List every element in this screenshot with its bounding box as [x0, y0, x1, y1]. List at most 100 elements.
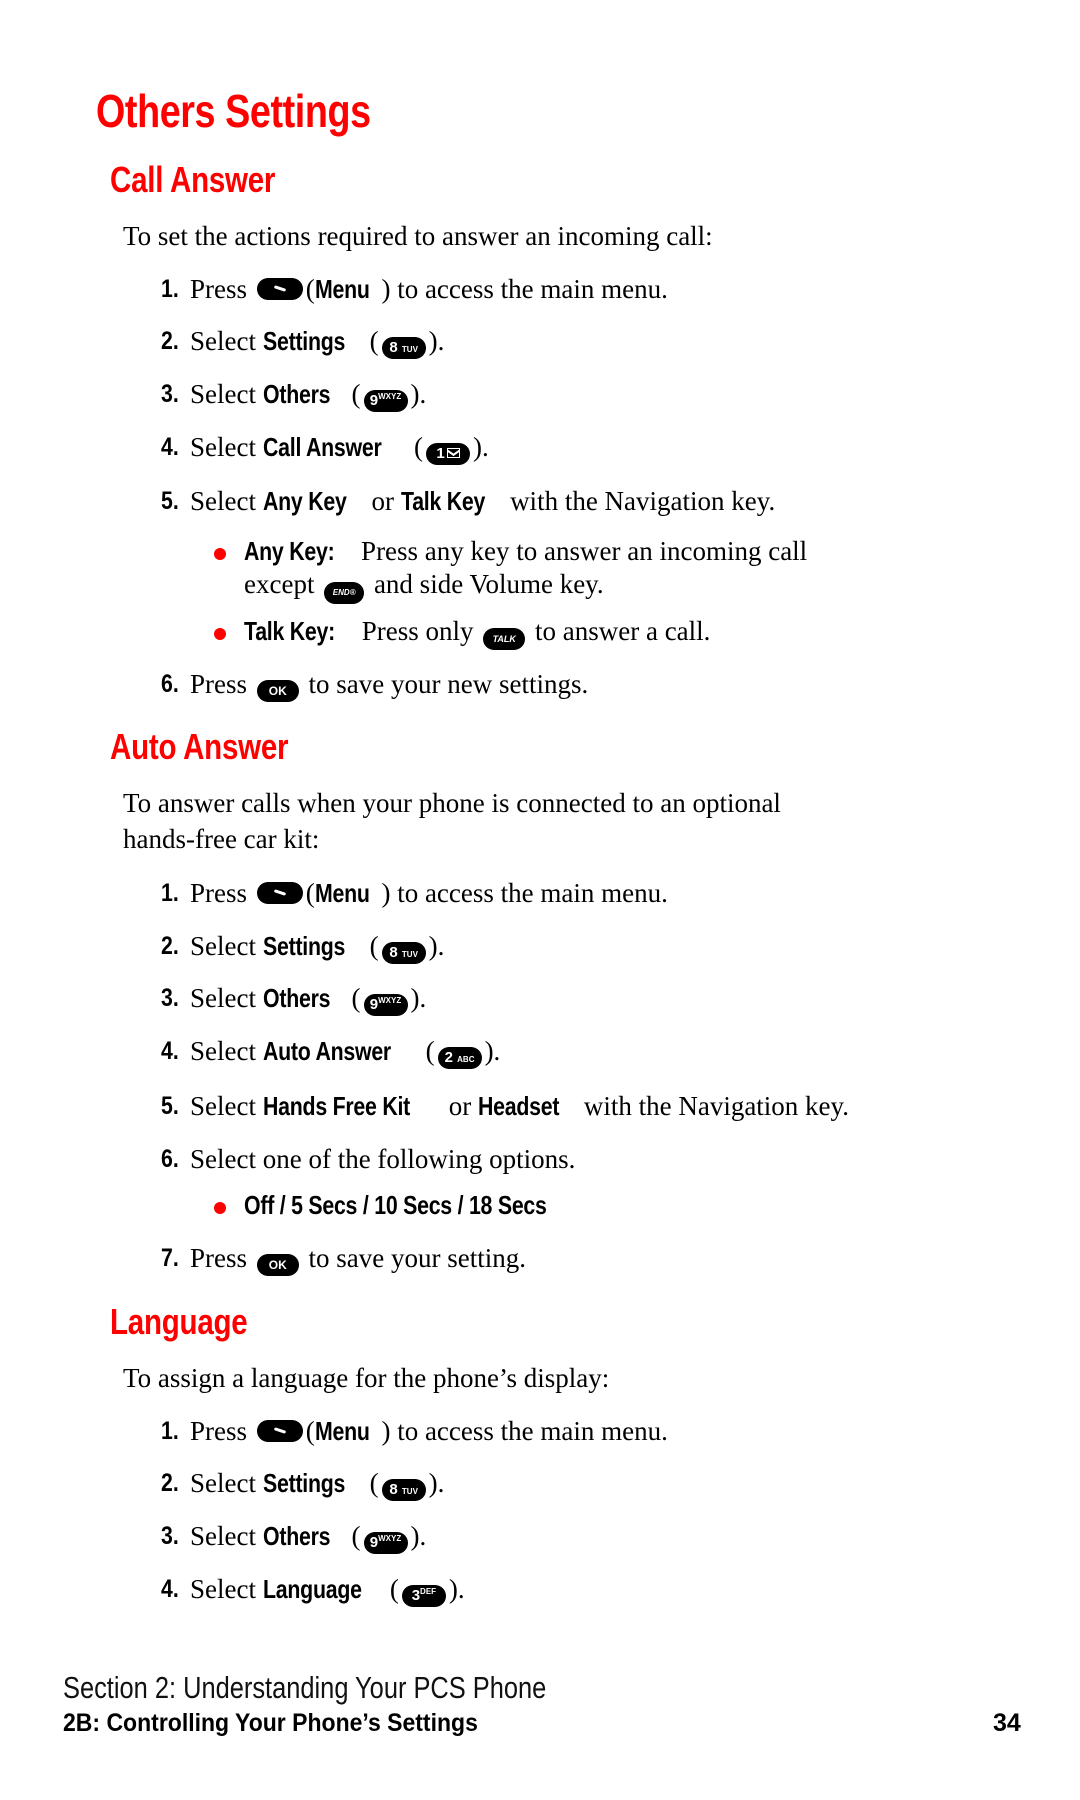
step-text: Select [190, 1468, 256, 1498]
step-text: Select [190, 486, 256, 516]
step-number: 1. [161, 275, 179, 303]
footer-section-title: Section 2: Understanding Your PCS Phone [63, 1670, 547, 1705]
key-8-tuv-icon: 8 TUV [381, 1479, 426, 1501]
paren: ). [410, 1521, 427, 1551]
paren: ( [305, 1416, 315, 1446]
headset-label: Headset [478, 1091, 560, 1121]
step-text: Select one of the following options. [190, 1144, 576, 1174]
bullet-text: to answer a call. [535, 616, 711, 646]
menu-softkey-icon [256, 1420, 303, 1442]
paren: ( [305, 274, 315, 304]
section-heading-auto-answer: Auto Answer [110, 726, 289, 767]
paren: ( [414, 432, 424, 462]
step-text: ) to access the main menu. [381, 274, 668, 304]
step-text: ) to access the main menu. [381, 878, 668, 908]
step-text: ) to access the main menu. [381, 1416, 668, 1446]
step-text: Select [190, 1521, 256, 1551]
bullet-text: and side Volume key. [373, 569, 604, 599]
key-9-wxyz-icon: 9WXYZ [363, 390, 408, 412]
menu-label: Menu [314, 274, 370, 304]
auto-answer-label: Auto Answer [262, 1036, 391, 1066]
step-number: 1. [161, 1417, 179, 1445]
key-9-wxyz-icon: 9WXYZ [363, 1532, 408, 1554]
settings-label: Settings [262, 1468, 345, 1498]
step-number: 3. [161, 380, 179, 408]
section-heading-call-answer: Call Answer [110, 159, 276, 200]
call-answer-label: Call Answer [262, 432, 382, 462]
step-number: 5. [161, 487, 179, 515]
step-number: 3. [161, 984, 179, 1012]
key-8-tuv-icon: 8 TUV [381, 942, 426, 964]
step-text: Press [190, 274, 248, 304]
paren: ( [351, 379, 361, 409]
others-label: Others [262, 379, 330, 409]
hands-free-kit-label: Hands Free Kit [262, 1091, 410, 1121]
language-label: Language [262, 1574, 362, 1604]
auto-answer-intro-line2: hands-free car kit: [123, 824, 320, 854]
step-text: Press [190, 669, 248, 699]
step-text: Press [190, 1243, 248, 1273]
step-number: 6. [161, 670, 179, 698]
bullet-icon [214, 628, 226, 640]
menu-label: Menu [314, 878, 370, 908]
step-number: 2. [161, 327, 179, 355]
paren: ). [428, 931, 445, 961]
step-text: Select [190, 1091, 256, 1121]
bullet-text: Press any key to answer an incoming call [361, 536, 808, 566]
menu-softkey-icon [256, 882, 303, 904]
step-text: Press [190, 878, 248, 908]
key-2-abc-icon: 2 ABC [437, 1047, 482, 1069]
others-label: Others [262, 1521, 330, 1551]
key-8-tuv-icon: 8 TUV [381, 337, 426, 359]
paren: ( [351, 983, 361, 1013]
bullet-text: Press only [361, 616, 474, 646]
page-number: 34 [993, 1709, 1021, 1737]
step-number: 2. [161, 932, 179, 960]
step-text: Select [190, 432, 256, 462]
paren: ( [369, 931, 379, 961]
paren: ). [484, 1036, 501, 1066]
section-heading-language: Language [110, 1301, 248, 1342]
step-number: 4. [161, 1575, 179, 1603]
menu-softkey-icon [256, 278, 303, 300]
envelope-icon [446, 448, 460, 458]
options-label: Off / 5 Secs / 10 Secs / 18 Secs [244, 1190, 547, 1220]
footer-chapter-title: 2B: Controlling Your Phone’s Settings [63, 1709, 478, 1737]
call-answer-intro: To set the actions required to answer an… [123, 221, 713, 251]
page-title: Others Settings [96, 85, 371, 137]
paren: ( [425, 1036, 435, 1066]
key-9-wxyz-icon: 9WXYZ [363, 994, 408, 1016]
key-3-def-icon: 3DEF [401, 1585, 446, 1607]
paren: ). [428, 326, 445, 356]
talk-key-icon: TALK [483, 628, 526, 650]
key-1-voicemail-icon: 1 [426, 443, 471, 465]
step-number: 7. [161, 1244, 179, 1272]
paren: ). [410, 983, 427, 1013]
paren: ( [305, 878, 315, 908]
step-text: Select [190, 1574, 256, 1604]
bullet-label: Talk Key: [244, 616, 336, 646]
step-text: Select [190, 983, 256, 1013]
step-text: or [448, 1091, 472, 1121]
ok-key-icon: OK [256, 1254, 299, 1276]
paren: ). [473, 432, 489, 462]
step-number: 2. [161, 1469, 179, 1497]
paren: ). [410, 379, 427, 409]
ok-key-icon: OK [256, 680, 299, 702]
settings-label: Settings [262, 931, 345, 961]
others-label: Others [262, 983, 330, 1013]
step-number: 4. [161, 433, 179, 461]
paren: ). [428, 1468, 445, 1498]
any-key-label: Any Key [262, 486, 347, 516]
bullet-label: Any Key: [244, 536, 335, 566]
language-intro: To assign a language for the phone’s dis… [123, 1363, 610, 1393]
bullet-text: except [244, 569, 315, 599]
step-text: to save your new settings. [308, 669, 589, 699]
step-number: 6. [161, 1145, 179, 1173]
paren: ( [389, 1574, 399, 1604]
paren: ( [369, 1468, 379, 1498]
step-number: 5. [161, 1092, 179, 1120]
step-text: Select [190, 931, 256, 961]
step-text: to save your setting. [308, 1243, 526, 1273]
step-text: Select [190, 326, 256, 356]
